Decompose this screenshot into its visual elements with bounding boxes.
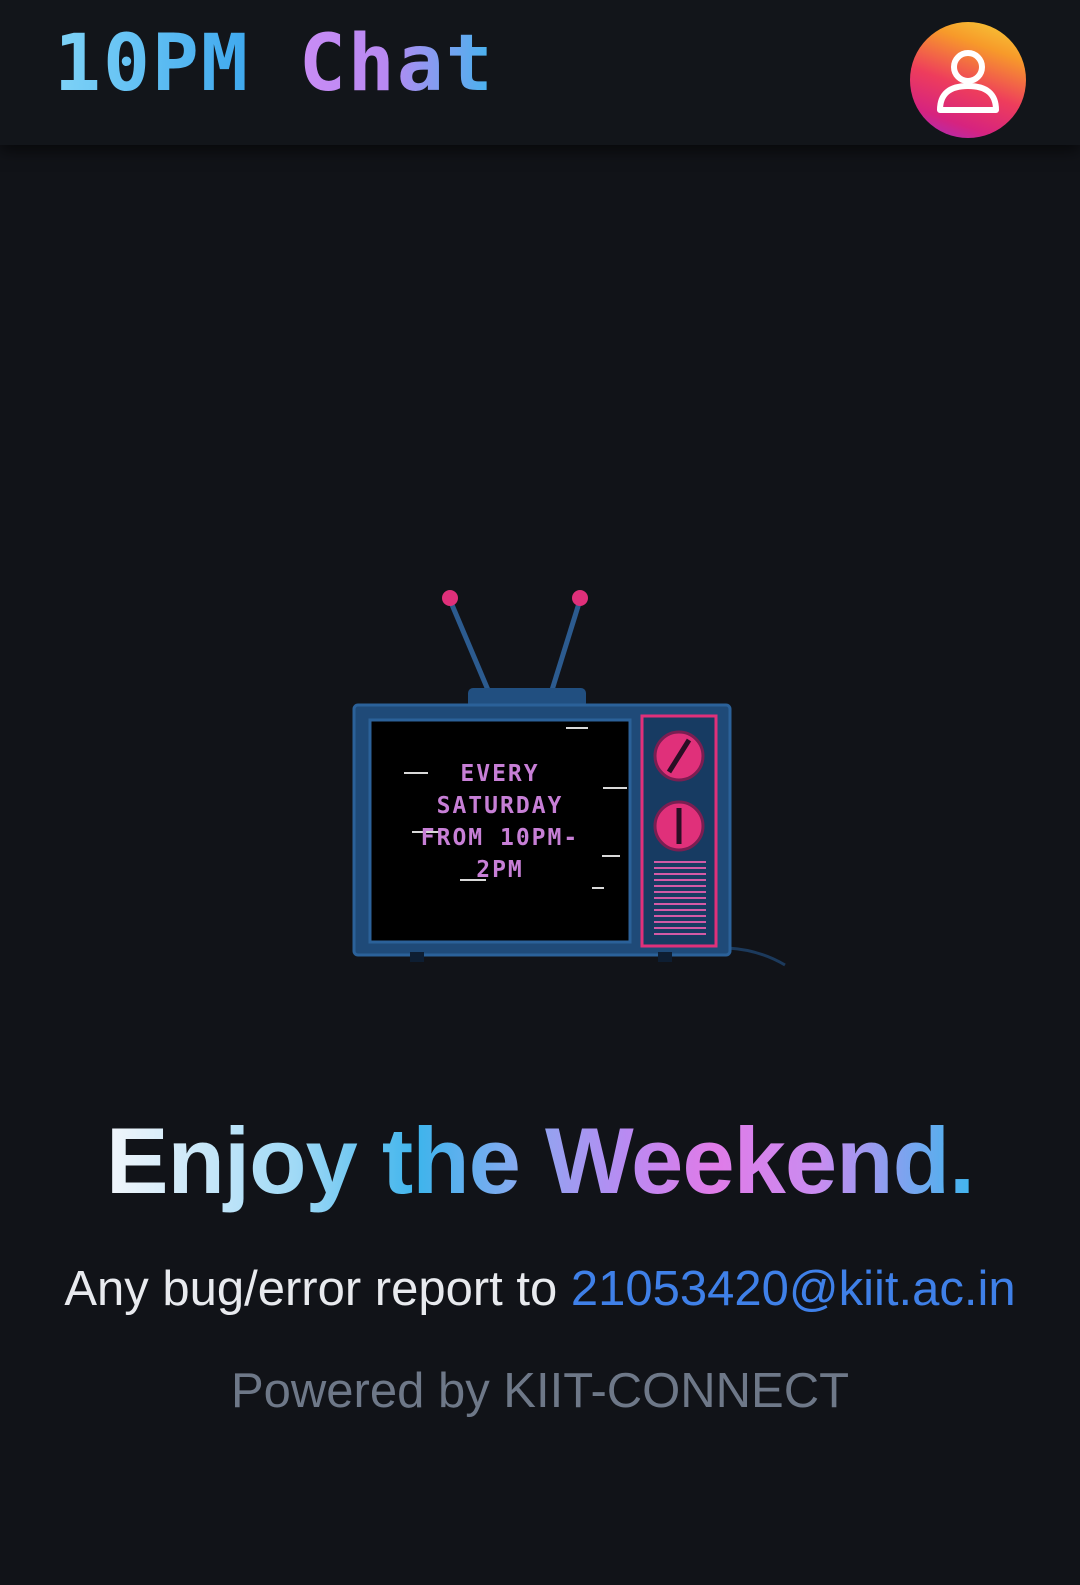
report-email-link[interactable]: 21053420@kiit.ac.in [571,1262,1016,1316]
app-logo[interactable]: 10PM Chat [54,18,495,112]
headline-text: Enjoy the Weekend. [105,1108,975,1213]
antenna-icon [442,590,588,691]
bug-report-line: Any bug/error report to 21053420@kiit.ac… [0,1258,1080,1322]
knob-icon [653,730,705,782]
tv-cable [727,946,786,967]
retro-tv-illustration: EVERY SATURDAY FROM 10PM- 2PM [352,590,786,967]
tv-screen-line-1: EVERY [460,761,539,787]
page-headline: Enjoy the Weekend. [0,1105,1080,1218]
knob-icon [653,800,705,852]
tv-screen-line-3: FROM 10PM- [421,825,579,851]
report-label: Any bug/error report to [64,1262,571,1316]
user-icon [937,50,999,113]
logo-word-10pm: 10PM [54,19,250,109]
tv-screen-line-4: 2PM [476,857,524,883]
logo-word-chat: Chat [298,19,495,109]
profile-button[interactable] [910,22,1026,138]
powered-by-footer: Powered by KIIT-CONNECT [230,1364,850,1418]
tv-screen-line-2: SATURDAY [437,793,564,819]
app-header: 10PM Chat [0,0,1080,145]
